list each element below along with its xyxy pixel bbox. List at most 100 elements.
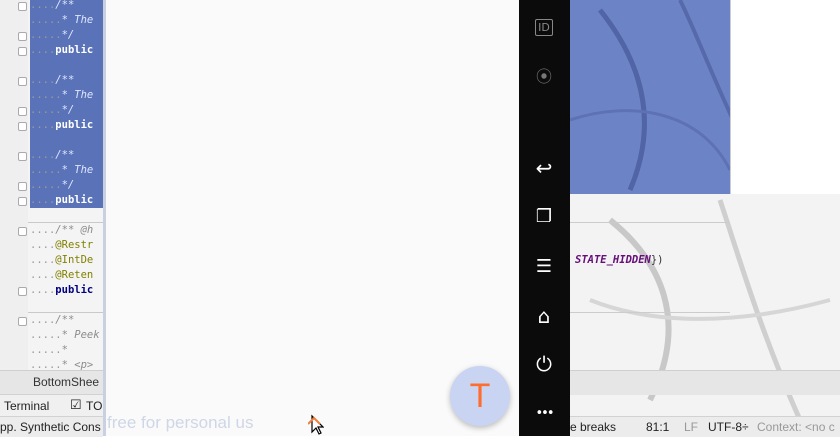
- code-text: * The: [61, 14, 94, 26]
- fab-letter: T: [469, 376, 491, 415]
- fold-marker-icon[interactable]: [18, 197, 27, 206]
- code-line[interactable]: ....public: [30, 283, 103, 298]
- id-button[interactable]: ID: [531, 14, 557, 40]
- whitespace-dots: ....: [30, 314, 56, 326]
- code-text: public: [55, 194, 94, 206]
- home-button[interactable]: ⌂: [531, 303, 557, 329]
- whitespace-dots: ....: [30, 119, 56, 131]
- context-status[interactable]: Context: <no c: [757, 420, 835, 434]
- whitespace-dots: ....: [30, 194, 56, 206]
- more-icon: •••: [535, 405, 554, 421]
- fold-marker-icon[interactable]: [18, 227, 27, 236]
- code-text: @Reten: [55, 269, 94, 281]
- code-text: @IntDe: [55, 254, 94, 266]
- code-line[interactable]: .....* The: [30, 163, 103, 178]
- code-line[interactable]: [30, 133, 103, 148]
- toolwindow-bar: Terminal ☑ TO: [0, 394, 103, 417]
- code-line[interactable]: .....* The: [30, 13, 103, 28]
- code-line[interactable]: .....* <p>: [30, 358, 103, 370]
- code-line[interactable]: .....*: [30, 343, 103, 358]
- code-text: * <p>: [61, 359, 94, 370]
- line-separator[interactable]: LF: [684, 420, 698, 434]
- camera-icon: ⦿: [535, 67, 552, 86]
- code-line[interactable]: .....* The: [30, 88, 103, 103]
- fold-marker-icon[interactable]: [18, 2, 27, 11]
- status-bar-right: e breaks 81:1 LF UTF-8÷ Context: <no c: [570, 416, 840, 437]
- whitespace-dots: .....: [30, 104, 62, 116]
- menu-button[interactable]: ☰: [531, 253, 557, 279]
- code-text: /**: [55, 149, 75, 161]
- method-separator: [28, 222, 103, 223]
- home-icon: ⌂: [537, 304, 551, 328]
- fold-marker-icon[interactable]: [18, 122, 27, 131]
- code-line[interactable]: ....public: [30, 118, 103, 133]
- code-text: */: [61, 29, 75, 41]
- status-message[interactable]: pp. Synthetic Cons: [0, 420, 101, 434]
- code-line[interactable]: ..../**: [30, 0, 103, 13]
- encoding-selector[interactable]: UTF-8÷: [708, 420, 749, 434]
- fold-marker-icon[interactable]: [18, 317, 27, 326]
- whitespace-dots: ....: [30, 0, 56, 11]
- whitespace-dots: .....: [30, 359, 62, 370]
- code-line[interactable]: .....* Peek: [30, 328, 103, 343]
- code-line[interactable]: ....public: [30, 193, 103, 208]
- fold-marker-icon[interactable]: [18, 182, 27, 191]
- code-text: * The: [61, 164, 94, 176]
- fold-marker-icon[interactable]: [18, 32, 27, 41]
- emulator-toolbar: ID ⦿ ↩ ❐ ☰ ⌂ ⏻ •••: [519, 0, 570, 436]
- terminal-tab[interactable]: Terminal: [4, 399, 49, 413]
- code-line[interactable]: .....*/: [30, 28, 103, 43]
- code-text: /**: [55, 314, 75, 326]
- code-line[interactable]: ....@Reten: [30, 268, 103, 283]
- menu-icon: ☰: [535, 255, 553, 277]
- whitespace-dots: ....: [30, 269, 56, 281]
- code-text: */: [61, 179, 75, 191]
- whitespace-dots: ....: [30, 224, 56, 236]
- code-line[interactable]: ....public: [30, 43, 103, 58]
- code-line[interactable]: ....@Restr: [30, 238, 103, 253]
- code-line[interactable]: [30, 208, 103, 223]
- cursor-position[interactable]: 81:1: [646, 420, 669, 434]
- todo-icon: ☑: [70, 397, 82, 412]
- line-breaks-status[interactable]: e breaks: [570, 420, 616, 434]
- emulator-screen[interactable]: [103, 0, 522, 436]
- power-button[interactable]: ⏻: [531, 351, 557, 377]
- fold-marker-icon[interactable]: [18, 152, 27, 161]
- code-fragment: STATE_HIDDEN}): [575, 254, 664, 266]
- code-line[interactable]: .....*/: [30, 103, 103, 118]
- recents-button[interactable]: ❐: [531, 203, 557, 229]
- code-line[interactable]: ....@IntDe: [30, 253, 103, 268]
- more-button[interactable]: •••: [531, 400, 557, 426]
- whitespace-dots: ....: [30, 239, 56, 251]
- todo-tab[interactable]: TO: [86, 399, 102, 413]
- right-white-panel: [730, 0, 840, 194]
- code-text: public: [55, 119, 94, 131]
- whitespace-dots: ....: [30, 284, 56, 296]
- right-tab-bar: [570, 370, 840, 395]
- code-text: /**: [55, 74, 75, 86]
- code-line[interactable]: ..../** @h: [30, 223, 103, 238]
- fold-marker-icon[interactable]: [18, 287, 27, 296]
- fold-marker-icon[interactable]: [18, 77, 27, 86]
- fold-marker-icon[interactable]: [18, 47, 27, 56]
- mouse-cursor-icon: [308, 414, 324, 435]
- method-separator: [28, 312, 103, 313]
- power-icon: ⏻: [536, 352, 552, 376]
- code-line[interactable]: .....*/: [30, 178, 103, 193]
- code-line[interactable]: ..../**: [30, 73, 103, 88]
- editor-tab-bottomsheet[interactable]: BottomShee: [33, 375, 99, 389]
- floating-action-button[interactable]: T: [450, 366, 510, 426]
- code-line[interactable]: [30, 58, 103, 73]
- code-line[interactable]: ..../**: [30, 313, 103, 328]
- back-button[interactable]: ↩: [531, 155, 557, 181]
- camera-button[interactable]: ⦿: [531, 62, 557, 88]
- code-text: * Peek: [61, 329, 100, 341]
- code-text: */: [61, 104, 75, 116]
- code-line[interactable]: [30, 298, 103, 313]
- code-line[interactable]: ..../**: [30, 148, 103, 163]
- whitespace-dots: .....: [30, 89, 62, 101]
- code-lines: ..../** .....* The .....*/....public ..../*…: [0, 0, 103, 370]
- code-text: *: [61, 344, 68, 356]
- whitespace-dots: .....: [30, 344, 62, 356]
- fold-marker-icon[interactable]: [18, 107, 27, 116]
